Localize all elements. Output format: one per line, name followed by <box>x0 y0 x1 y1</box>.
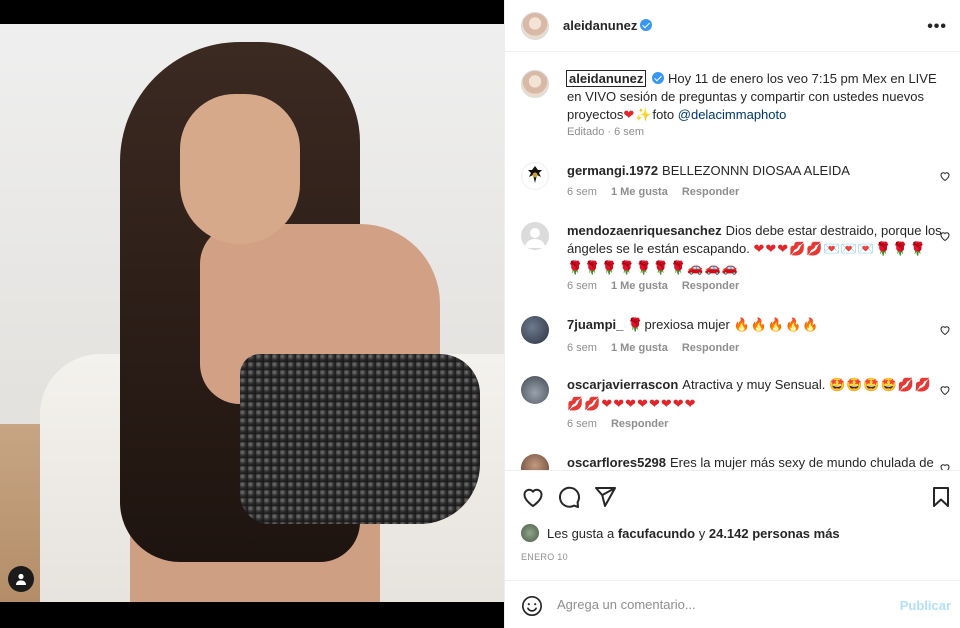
caption-mention-link[interactable]: @delacimmaphoto <box>678 107 787 122</box>
post-date: ENERO 10 <box>521 552 568 562</box>
comment-emoji: 🔥🔥🔥🔥🔥 <box>733 318 820 333</box>
caption-suffix: foto <box>652 107 678 122</box>
comment-icon[interactable] <box>557 485 581 509</box>
comment: mendozaenriquesanchez Dios debe estar des… <box>521 222 951 302</box>
comment-username[interactable]: 7juampi_ <box>567 317 623 332</box>
action-bar <box>505 470 960 522</box>
comment-text: Atractiva y muy Sensual. <box>682 377 826 392</box>
comment-like-heart-icon[interactable] <box>939 384 951 396</box>
comment-time: 6 sem <box>567 418 597 430</box>
post-header: aleidanunez ••• <box>505 0 960 52</box>
comment-likes[interactable]: 1 Me gusta <box>611 342 668 354</box>
publish-button[interactable]: Publicar <box>900 598 951 613</box>
comment-likes[interactable]: 1 Me gusta <box>611 186 668 198</box>
bookmark-icon[interactable] <box>929 485 953 509</box>
commenter-avatar[interactable] <box>521 454 549 470</box>
comment-text: Eres la mujer más sexy de mundo chulada … <box>670 455 934 470</box>
add-comment-bar: Publicar <box>505 580 960 628</box>
comment: germangi.1972 BELLEZONNN DIOSAA ALEIDA 6 … <box>521 162 951 222</box>
reply-button[interactable]: Responder <box>682 280 739 292</box>
comment: oscarjavierrascon Atractiva y muy Sensual… <box>521 376 951 456</box>
comment-username[interactable]: oscarjavierrascon <box>567 377 678 392</box>
send-icon[interactable] <box>593 485 617 509</box>
comment-meta: 6 sem Responder <box>567 418 682 430</box>
commenter-avatar[interactable] <box>521 222 549 250</box>
comment-username[interactable]: germangi.1972 <box>567 163 658 178</box>
verified-badge-icon <box>640 19 653 31</box>
comment-text: BELLEZONNN DIOSAA ALEIDA <box>662 163 850 178</box>
commenter-avatar[interactable] <box>521 376 549 404</box>
comment: 7juampi_ 🌹prexiosa mujer 🔥🔥🔥🔥🔥 6 sem 1 Me … <box>521 316 951 366</box>
verified-badge-icon <box>652 72 665 84</box>
comment-emoji-prefix: 🌹 <box>627 318 645 333</box>
tagged-user-icon[interactable] <box>8 566 34 592</box>
caption-author-avatar[interactable] <box>521 70 549 98</box>
likes-prefix: Les gusta a <box>547 526 618 541</box>
comment-meta: 6 sem 1 Me gusta Responder <box>567 186 753 198</box>
caption-text-block: aleidanunez Hoy 11 de enero los veo 7:15… <box>565 70 947 125</box>
caption-edited-time: Editado · 6 sem <box>567 126 645 138</box>
comment-like-heart-icon[interactable] <box>939 462 951 470</box>
comment-meta: 6 sem 1 Me gusta Responder <box>567 342 753 354</box>
comment-username[interactable]: oscarflores5298 <box>567 455 666 470</box>
comment-meta: 6 sem 1 Me gusta Responder <box>567 280 753 292</box>
comment-like-heart-icon[interactable] <box>939 170 951 182</box>
liker-avatar[interactable] <box>521 524 539 542</box>
liker-username[interactable]: facufacundo <box>618 526 695 541</box>
post-side-panel: aleidanunez ••• aleidanunez Hoy 11 de en… <box>504 0 960 628</box>
reply-button[interactable]: Responder <box>682 186 739 198</box>
comment-time: 6 sem <box>567 342 597 354</box>
comment-username[interactable]: mendozaenriquesanchez <box>567 223 722 238</box>
comment-likes[interactable]: 1 Me gusta <box>611 280 668 292</box>
comment-like-heart-icon[interactable] <box>939 230 951 242</box>
commenter-avatar[interactable] <box>521 162 549 190</box>
reply-button[interactable]: Responder <box>682 342 739 354</box>
post-modal: aleidanunez ••• aleidanunez Hoy 11 de en… <box>0 0 960 628</box>
likes-count[interactable]: 24.142 personas más <box>709 526 840 541</box>
caption: aleidanunez Hoy 11 de enero los veo 7:15… <box>521 70 951 150</box>
comments-list[interactable]: aleidanunez Hoy 11 de enero los veo 7:15… <box>505 52 960 470</box>
author-avatar[interactable] <box>521 12 549 40</box>
more-options-icon[interactable]: ••• <box>927 18 947 36</box>
comment-input[interactable] <box>557 597 877 612</box>
comment-text: prexiosa mujer <box>644 317 730 332</box>
photo-dress <box>240 354 480 524</box>
comment: oscarflores5298 Eres la mujer más sexy de… <box>521 454 951 470</box>
comment-time: 6 sem <box>567 280 597 292</box>
comment-time: 6 sem <box>567 186 597 198</box>
smiley-icon[interactable] <box>521 595 543 617</box>
photo-panel <box>0 0 504 628</box>
commenter-avatar[interactable] <box>521 316 549 344</box>
heart-icon[interactable] <box>521 485 545 509</box>
author-username[interactable]: aleidanunez <box>563 18 637 33</box>
caption-emoji: ❤✨ <box>623 108 653 123</box>
post-photo[interactable] <box>0 24 504 602</box>
comment-like-heart-icon[interactable] <box>939 324 951 336</box>
caption-meta: Editado · 6 sem <box>567 126 658 138</box>
reply-button[interactable]: Responder <box>611 418 668 430</box>
likes-middle: y <box>695 526 709 541</box>
photo-face <box>180 94 300 244</box>
caption-author[interactable]: aleidanunez <box>565 70 647 87</box>
